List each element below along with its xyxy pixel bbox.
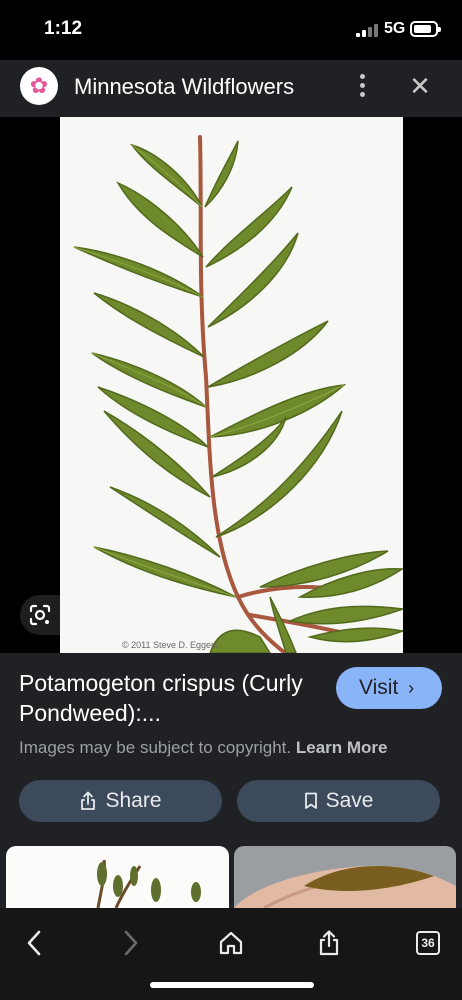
- related-image-thumbnail[interactable]: [6, 846, 229, 908]
- battery-icon: [410, 21, 441, 37]
- tabs-count: 36: [416, 931, 440, 955]
- pink-flower-icon: ✿: [29, 73, 49, 98]
- learn-more-link[interactable]: Learn More: [296, 738, 388, 757]
- copyright-notice: Images may be subject to copyright. Lear…: [19, 738, 388, 758]
- site-favicon: ✿: [20, 67, 58, 105]
- related-image-thumbnail[interactable]: [234, 846, 456, 908]
- google-lens-button[interactable]: [20, 595, 60, 635]
- network-type: 5G: [384, 20, 406, 37]
- signal-icon: [356, 23, 378, 37]
- home-icon: [219, 931, 243, 955]
- share-label: Share: [105, 789, 162, 812]
- photo-credit: © 2011 Steve D. Eggers: [122, 640, 219, 650]
- share-icon: [81, 791, 96, 810]
- chevron-right-icon: ›: [408, 678, 415, 698]
- plant-photo[interactable]: © 2011 Steve D. Eggers: [60, 117, 403, 653]
- close-icon[interactable]: ✕: [406, 72, 434, 100]
- bookmark-icon: [304, 792, 317, 809]
- visit-label: Visit: [359, 676, 399, 699]
- back-button[interactable]: [14, 918, 54, 968]
- save-label: Save: [325, 789, 374, 812]
- tabs-button[interactable]: 36: [408, 918, 448, 968]
- status-time: 1:12: [44, 18, 83, 39]
- image-viewer[interactable]: © 2011 Steve D. Eggers: [0, 117, 462, 653]
- copyright-text: Images may be subject to copyright.: [19, 738, 292, 757]
- share-button[interactable]: Share: [19, 780, 222, 822]
- status-bar: 1:12 5G: [0, 0, 462, 60]
- share-icon: [319, 930, 339, 956]
- google-lens-icon: [29, 604, 51, 626]
- forward-button[interactable]: [111, 918, 151, 968]
- forward-icon: [124, 930, 138, 956]
- back-icon: [27, 930, 41, 956]
- more-vert-icon[interactable]: [352, 74, 372, 98]
- site-name[interactable]: Minnesota Wildflowers: [74, 74, 294, 100]
- result-title[interactable]: Potamogeton crispus (Curly Pondweed):...: [19, 668, 319, 728]
- home-button[interactable]: [211, 918, 251, 968]
- visit-button[interactable]: Visit ›: [336, 667, 442, 709]
- sheet-header: ✿ Minnesota Wildflowers ✕: [0, 60, 462, 117]
- save-button[interactable]: Save: [237, 780, 440, 822]
- home-indicator: [150, 982, 314, 988]
- share-page-button[interactable]: [309, 918, 349, 968]
